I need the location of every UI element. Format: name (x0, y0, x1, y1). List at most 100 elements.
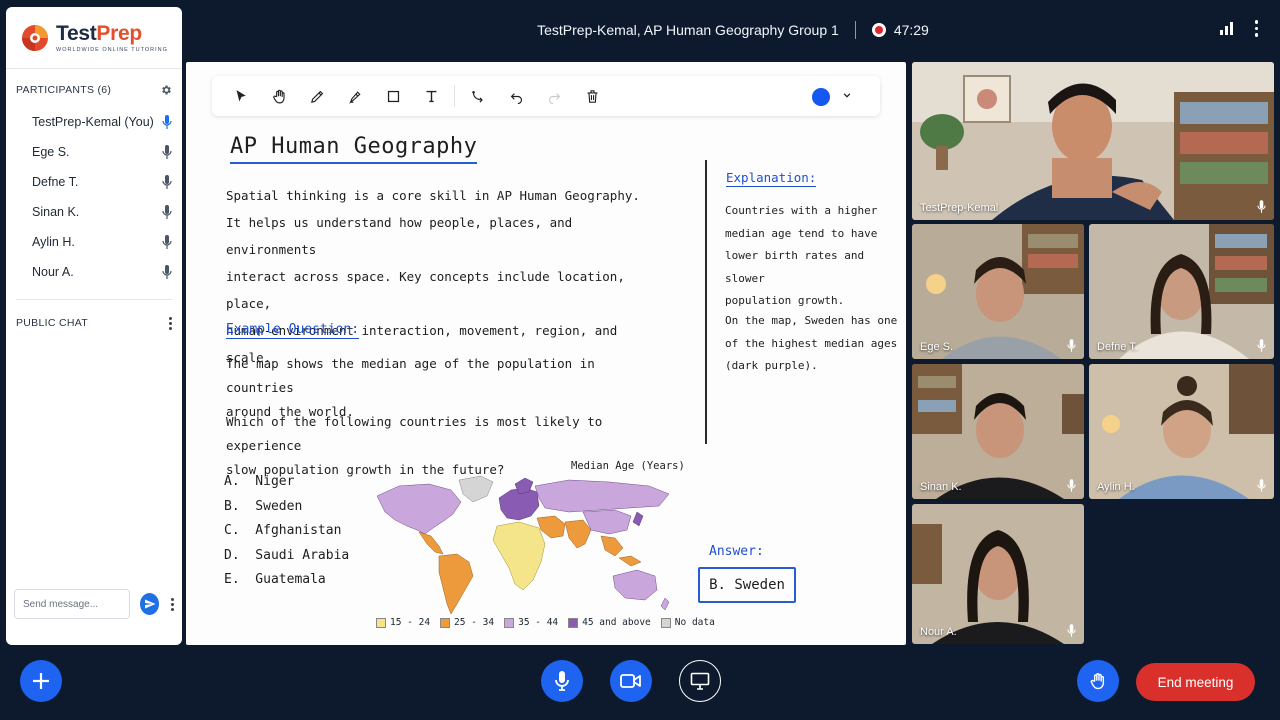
trash-icon (587, 89, 597, 103)
answer-label: Answer: (709, 544, 764, 559)
legend-swatch (504, 617, 515, 628)
monitor-icon (690, 672, 710, 690)
pan-tool[interactable] (260, 80, 298, 112)
chat-message-input[interactable] (14, 589, 130, 619)
participant-name: Nour A. (32, 265, 74, 279)
testprep-logo-icon (22, 24, 48, 51)
video-tile-sinan[interactable]: Sinan K. (912, 364, 1084, 499)
screen-share-button[interactable] (679, 660, 721, 702)
text-tool[interactable] (412, 80, 450, 112)
shape-tool[interactable] (374, 80, 412, 112)
send-icon (144, 599, 155, 609)
map-title: Median Age (Years) (571, 460, 685, 472)
microphone-toggle-button[interactable] (541, 660, 583, 702)
legend-swatch (440, 617, 451, 628)
raise-hand-button[interactable] (1077, 660, 1119, 702)
connection-signal-icon[interactable] (1219, 21, 1233, 36)
world-median-age-map (376, 475, 670, 615)
undo-button[interactable] (497, 80, 535, 112)
option-a: A. Niger (224, 474, 295, 489)
tile-name: Defne T. (1097, 341, 1138, 353)
marker-icon (348, 90, 361, 104)
meeting-timer: 47:29 (893, 22, 929, 38)
participant-item[interactable]: TestPrep-Kemal (You) (6, 107, 182, 137)
participant-item[interactable]: Aylin H. (6, 227, 182, 257)
answer-options: A. Niger B. Sweden C. Afghanistan D. Sau… (224, 470, 349, 593)
participant-item[interactable]: Defne T. (6, 167, 182, 197)
option-c: C. Afghanistan (224, 523, 342, 538)
highlighter-tool[interactable] (336, 80, 374, 112)
video-tile-nour[interactable]: Nour A. (912, 504, 1084, 644)
participant-item[interactable]: Ege S. (6, 137, 182, 167)
microphone-icon[interactable] (162, 265, 172, 279)
chevron-down-icon[interactable] (840, 88, 854, 102)
microphone-icon[interactable] (162, 235, 172, 249)
recording-icon (871, 23, 886, 37)
redo-icon (548, 92, 560, 104)
microphone-icon[interactable] (162, 175, 172, 189)
participant-item[interactable]: Sinan K. (6, 197, 182, 227)
legend-label: No data (674, 617, 715, 628)
microphone-icon[interactable] (162, 205, 172, 219)
participant-list: TestPrep-Kemal (You) Ege S. Defne T. Sinan … (6, 107, 182, 287)
intro-text: Spatial thinking is a core skill in AP H… (226, 188, 640, 365)
chat-header: PUBLIC CHAT (6, 306, 182, 340)
explanation-map-note: On the map, Sweden has one of the highes… (725, 314, 898, 372)
chat-input-row (14, 589, 174, 619)
add-button[interactable] (20, 660, 62, 702)
color-picker-button[interactable] (812, 88, 830, 106)
cursor-icon (236, 89, 246, 101)
aylin-video-feed (1089, 364, 1274, 499)
sinan-video-feed (912, 364, 1084, 499)
answer-box: B. Sweden (698, 567, 796, 603)
select-tool[interactable] (222, 80, 260, 112)
tile-name: Sinan K. (920, 481, 962, 493)
legend-item: 15 - 24 (376, 617, 430, 628)
delete-button[interactable] (573, 80, 611, 112)
microphone-icon (1067, 624, 1076, 637)
legend-label: 25 - 34 (454, 617, 495, 628)
send-message-button[interactable] (140, 593, 159, 615)
legend-item: 25 - 34 (440, 617, 494, 628)
chat-more-icon[interactable] (171, 597, 174, 611)
toolbar-divider (454, 85, 455, 107)
video-tile-defne[interactable]: Defne T. (1089, 224, 1274, 359)
plus-icon (33, 673, 49, 689)
legend-swatch (568, 617, 579, 628)
video-tile-host[interactable]: TestPrep-Kemal (912, 62, 1274, 220)
participant-name: Ege S. (32, 145, 70, 159)
legend-label: 45 and above (582, 617, 651, 628)
participant-item[interactable]: Nour A. (6, 257, 182, 287)
whiteboard[interactable]: AP Human Geography Spatial thinking is a… (186, 62, 906, 645)
microphone-icon (1257, 200, 1266, 213)
nour-video-feed (912, 504, 1084, 644)
gear-icon[interactable] (160, 84, 172, 96)
microphone-icon[interactable] (162, 115, 172, 129)
microphone-icon (1257, 339, 1266, 352)
legend-swatch (660, 617, 671, 628)
board-title: AP Human Geography (230, 134, 478, 164)
video-tile-aylin[interactable]: Aylin H. (1089, 364, 1274, 499)
tile-name: TestPrep-Kemal (920, 202, 999, 214)
participant-name: TestPrep-Kemal (You) (32, 115, 154, 129)
microphone-icon (1257, 479, 1266, 492)
tile-name: Aylin H. (1097, 481, 1135, 493)
brand-name: TestPrep (56, 21, 142, 45)
connector-tool[interactable] (459, 80, 497, 112)
camera-toggle-button[interactable] (610, 660, 652, 702)
tile-name: Ege S. (920, 341, 954, 353)
top-divider (854, 21, 856, 39)
pen-tool[interactable] (298, 80, 336, 112)
meeting-title: TestPrep-Kemal, AP Human Geography Group… (537, 22, 839, 38)
redo-button[interactable] (535, 80, 573, 112)
video-tile-ege[interactable]: Ege S. (912, 224, 1084, 359)
more-options-icon[interactable] (1254, 20, 1258, 37)
participant-name: Sinan K. (32, 205, 80, 219)
legend-item: 45 and above (568, 617, 651, 628)
defne-video-feed (1089, 224, 1274, 359)
end-meeting-button[interactable]: End meeting (1136, 663, 1255, 701)
microphone-icon[interactable] (162, 145, 172, 159)
ege-video-feed (912, 224, 1084, 359)
connector-icon (471, 90, 483, 103)
chat-options-icon[interactable] (169, 316, 172, 330)
